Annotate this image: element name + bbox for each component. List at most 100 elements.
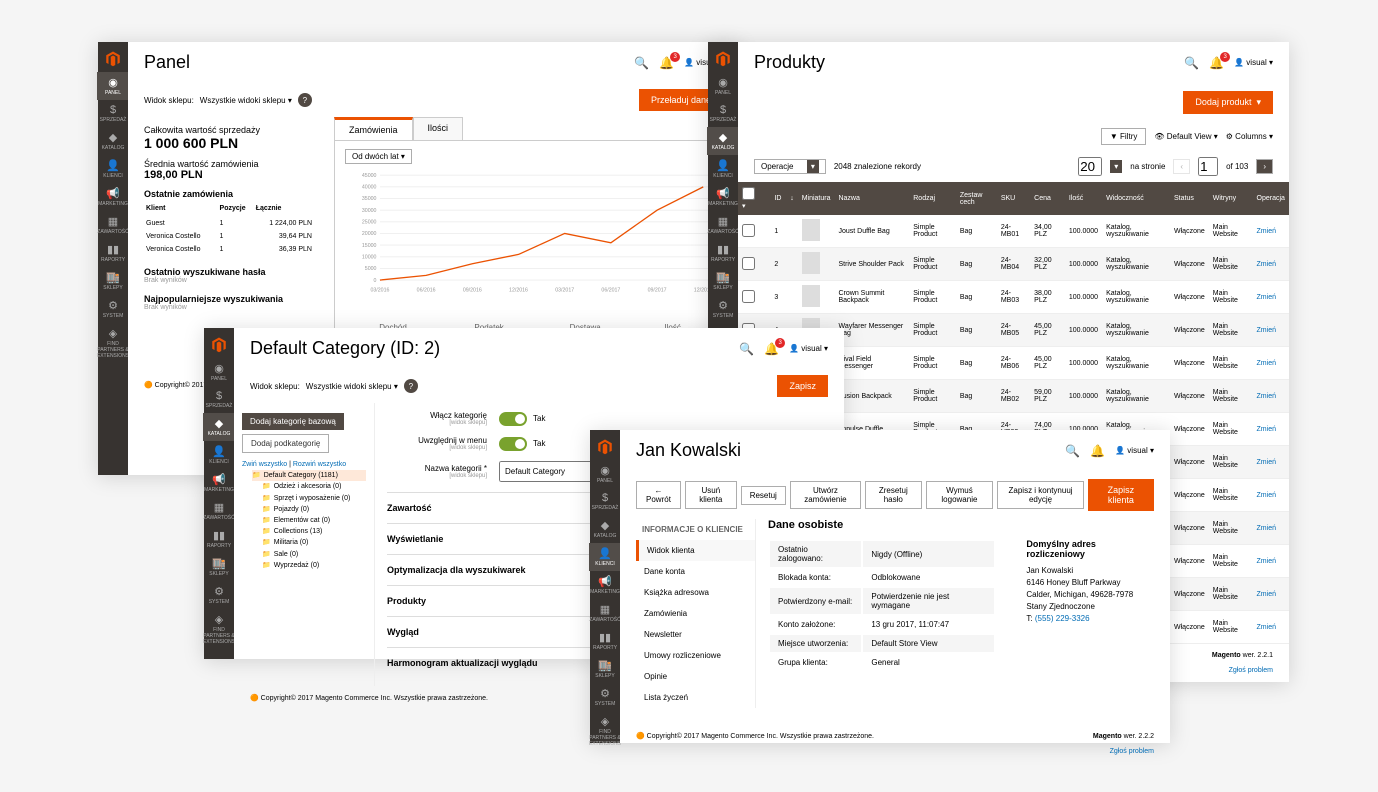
nav-raporty[interactable]: ▮▮RAPORTY [203,525,235,553]
search-icon[interactable]: 🔍 [634,56,649,70]
edit-link[interactable]: Zmień [1257,558,1276,565]
nav-katalog[interactable]: ◆KATALOG [589,515,621,543]
nav-katalog[interactable]: ◆KATALOG [707,127,739,155]
edit-link[interactable]: Zmień [1257,525,1276,532]
columns-button[interactable]: ⚙ Columns ▾ [1226,132,1273,141]
cust-tab-książka-adresowa[interactable]: Książka adresowa [636,582,755,603]
col-Miniatura[interactable]: Miniatura [798,182,835,215]
product-row[interactable]: 3Crown Summit BackpackSimple ProductBag2… [738,281,1289,314]
nav-raporty[interactable]: ▮▮RAPORTY [589,627,621,655]
default-view-select[interactable]: 👁 Default View ▾ [1154,132,1217,141]
add-product-button[interactable]: Dodaj produkt ▾ [1183,91,1273,114]
col-Nazwa[interactable]: Nazwa [834,182,909,215]
tree-item[interactable]: Sprzęt i wyposażenie (0) [262,493,366,504]
nav-zawarto[interactable]: ▦ZAWARTOŚĆ [707,211,739,239]
nav-panel[interactable]: ◉PANEL [707,72,739,100]
nav-sprzeda[interactable]: $SPRZEDAŻ [589,488,621,515]
nav-marketing[interactable]: 📢MARKETING [589,571,621,599]
nav-marketing[interactable]: 📢MARKETING [97,183,129,211]
edit-link[interactable]: Zmień [1257,492,1276,499]
shop-select[interactable]: Wszystkie widoki sklepu ▾ [200,96,292,105]
page-input[interactable] [1198,157,1218,176]
cust-tab-newsletter[interactable]: Newsletter [636,624,755,645]
nav-klienci[interactable]: 👤KLIENCI [707,155,739,183]
search-icon[interactable]: 🔍 [1065,444,1080,458]
report-problem-link[interactable]: Zgłoś problem [1229,667,1273,674]
action-powrót[interactable]: Powrót [636,481,681,509]
notification-icon[interactable]: 🔔3 [1209,56,1224,70]
col-↓[interactable]: ↓ [786,182,798,215]
notification-icon[interactable]: 🔔3 [659,56,674,70]
nav-sklepy[interactable]: 🏬SKLEPY [203,553,235,581]
menu-toggle[interactable] [499,437,527,451]
col-Zestaw cech[interactable]: Zestaw cech [956,182,997,215]
notification-icon[interactable]: 🔔3 [764,342,779,356]
add-root-cat-button[interactable]: Dodaj kategorię bazową [242,413,344,430]
edit-link[interactable]: Zmień [1257,360,1276,367]
nav-zawarto[interactable]: ▦ZAWARTOŚĆ [97,211,129,239]
col-1[interactable] [762,182,770,215]
tree-item[interactable]: Odzież i akcesoria (0) [262,481,366,492]
nav-zawarto[interactable]: ▦ZAWARTOŚĆ [203,497,235,525]
nav-klienci[interactable]: 👤KLIENCI [97,155,129,183]
nav-sklepy[interactable]: 🏬SKLEPY [707,267,739,295]
user-menu[interactable]: 👤 visual ▾ [789,344,828,353]
nav-system[interactable]: ⚙SYSTEM [707,295,739,323]
col-Operacja[interactable]: Operacja [1253,182,1289,215]
col-Widoczność[interactable]: Widoczność [1102,182,1170,215]
nav-sprzeda[interactable]: $SPRZEDAŻ [203,386,235,413]
product-row[interactable]: 1Joust Duffle BagSimple ProductBag24-MB0… [738,215,1289,248]
nav-sprzeda[interactable]: $SPRZEDAŻ [97,100,129,127]
per-page-input[interactable] [1078,157,1102,176]
save-button[interactable]: Zapisz [777,375,828,397]
cust-tab-lista-życzeń[interactable]: Lista życzeń [636,687,755,708]
category-tree[interactable]: Zwiń wszystko | Rozwiń wszystko Default … [242,459,366,571]
row-checkbox[interactable] [742,290,755,303]
report-problem-link[interactable]: Zgłoś problem [1110,748,1154,755]
nav-system[interactable]: ⚙SYSTEM [203,581,235,609]
edit-link[interactable]: Zmień [1257,426,1276,433]
search-icon[interactable]: 🔍 [1184,56,1199,70]
tab-orders[interactable]: Zamówienia [334,117,413,140]
shop-select[interactable]: Wszystkie widoki sklepu ▾ [306,382,398,391]
tree-item[interactable]: Wyprzedaż (0) [262,560,366,571]
action-utwórz-zamówienie[interactable]: Utwórz zamówienie [790,481,861,509]
edit-link[interactable]: Zmień [1257,294,1276,301]
operations-select[interactable]: Operacje ▾ [754,159,826,174]
cust-tab-umowy-rozliczeniowe[interactable]: Umowy rozliczeniowe [636,645,755,666]
next-page-button[interactable]: › [1256,159,1273,174]
telephone-link[interactable]: (555) 229-3326 [1035,614,1090,623]
col-Cena[interactable]: Cena [1030,182,1065,215]
nav-klienci[interactable]: 👤KLIENCI [589,543,621,571]
col-ID[interactable]: ID [770,182,786,215]
tab-amounts[interactable]: Ilości [413,117,464,140]
tree-item[interactable]: Militaria (0) [262,537,366,548]
action-zresetuj-hasło[interactable]: Zresetuj hasło [865,481,922,509]
nav-findpartnersextensions[interactable]: ◈FIND PARTNERS & EXTENSIONS [97,323,129,363]
nav-katalog[interactable]: ◆KATALOG [97,127,129,155]
per-page-dropdown[interactable]: ▾ [1110,160,1122,173]
cust-tab-opinie[interactable]: Opinie [636,666,755,687]
cust-tab-dane-konta[interactable]: Dane konta [636,561,755,582]
tree-root[interactable]: Default Category (1181) [252,470,366,481]
tree-item[interactable]: Sale (0) [262,549,366,560]
edit-link[interactable]: Zmień [1257,228,1276,235]
product-row[interactable]: 2Strive Shoulder PackSimple ProductBag24… [738,248,1289,281]
action-usuń-klienta[interactable]: Usuń klienta [685,481,737,509]
nav-raporty[interactable]: ▮▮RAPORTY [707,239,739,267]
col-Rodzaj[interactable]: Rodzaj [909,182,956,215]
edit-link[interactable]: Zmień [1257,459,1276,466]
order-row[interactable]: Veronica Costello136,39 PLN [146,244,312,255]
filters-button[interactable]: ▼ Filtry [1101,128,1146,145]
edit-link[interactable]: Zmień [1257,393,1276,400]
nav-system[interactable]: ⚙SYSTEM [97,295,129,323]
nav-zawarto[interactable]: ▦ZAWARTOŚĆ [589,599,621,627]
nav-katalog[interactable]: ◆KATALOG [203,413,235,441]
nav-sklepy[interactable]: 🏬SKLEPY [97,267,129,295]
edit-link[interactable]: Zmień [1257,261,1276,268]
nav-panel[interactable]: ◉PANEL [589,460,621,488]
save-customer-button[interactable]: Zapisz klienta [1088,479,1154,511]
col-Status[interactable]: Status [1170,182,1209,215]
notification-icon[interactable]: 🔔 [1090,444,1105,458]
col-Ilość[interactable]: Ilość [1065,182,1102,215]
